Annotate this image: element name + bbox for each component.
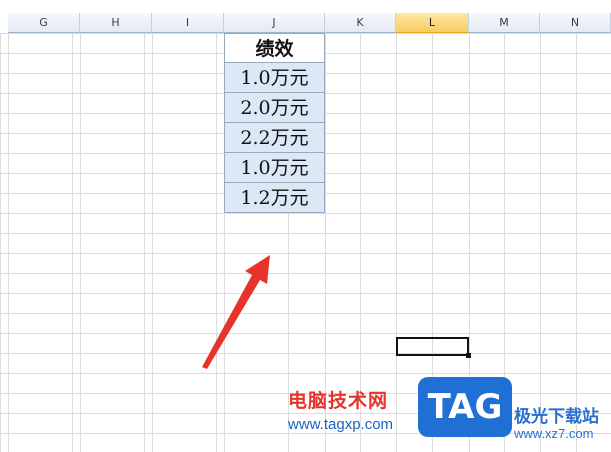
cell-j5[interactable]: 1.0万元 <box>224 153 325 183</box>
cell-j4[interactable]: 2.2万元 <box>224 123 325 153</box>
arrow-shape <box>202 255 270 369</box>
column-header-j[interactable]: J <box>224 13 325 33</box>
column-header-m[interactable]: M <box>469 13 540 33</box>
gridline <box>80 33 81 452</box>
cell-j2[interactable]: 1.0万元 <box>224 63 325 93</box>
column-header-h[interactable]: H <box>80 13 152 33</box>
gridline <box>540 33 541 452</box>
gridline <box>152 33 153 452</box>
watermark-site-url: www.xz7.com <box>514 426 594 441</box>
watermark-logo: TAG <box>418 377 512 437</box>
fill-handle[interactable] <box>466 353 471 358</box>
cell-j1-header[interactable]: 绩效 <box>224 33 325 63</box>
column-header-n[interactable]: N <box>540 13 611 33</box>
watermark-name: 电脑技术网 <box>288 390 389 412</box>
gridline <box>8 33 9 452</box>
column-header-g[interactable]: G <box>8 13 80 33</box>
gridline <box>396 33 397 452</box>
cell-j6[interactable]: 1.2万元 <box>224 183 325 213</box>
cell-j3[interactable]: 2.0万元 <box>224 93 325 123</box>
watermark-site-name: 极光下载站 <box>514 407 599 427</box>
column-header-l[interactable]: L <box>396 13 469 33</box>
active-cell-selection[interactable] <box>396 337 469 356</box>
column-header-i[interactable]: I <box>152 13 224 33</box>
column-header-k[interactable]: K <box>325 13 396 33</box>
watermark-url: www.tagxp.com <box>288 416 394 433</box>
red-arrow-icon <box>202 255 270 369</box>
